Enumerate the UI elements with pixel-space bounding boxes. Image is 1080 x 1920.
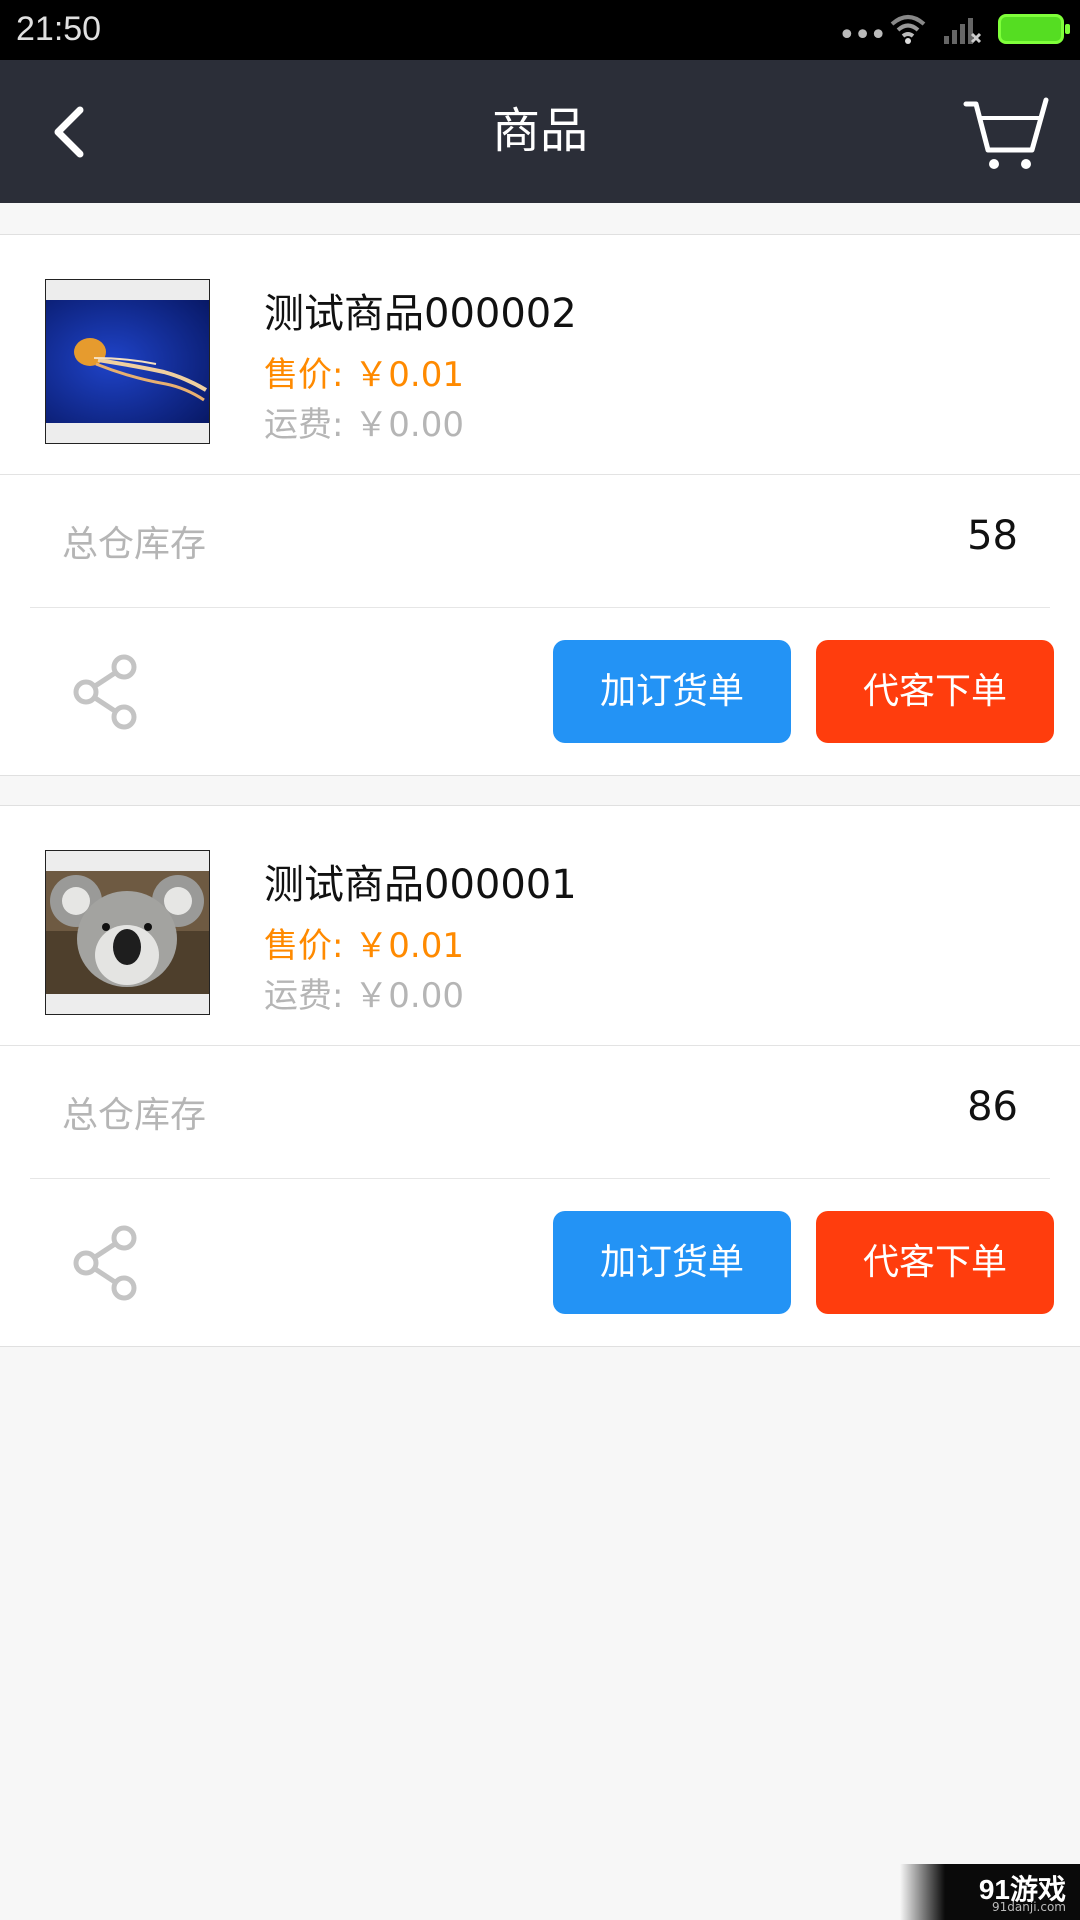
stock-value: 58 <box>967 513 1018 559</box>
share-icon[interactable] <box>70 1224 140 1302</box>
page-title: 商品 <box>491 103 588 159</box>
jellyfish-photo <box>46 300 209 423</box>
stock-value: 86 <box>967 1084 1018 1130</box>
product-freight: 运费: ￥0.00 <box>264 976 464 1016</box>
status-bar: 21:50 ••• <box>0 0 1080 60</box>
product-freight: 运费: ￥0.00 <box>264 405 464 445</box>
signal-icon <box>944 18 982 44</box>
status-time: 21:50 <box>16 10 102 48</box>
watermark-logo: 91游戏 91danji.com <box>900 1864 1080 1920</box>
action-row: 加订货单 代客下单 <box>0 608 1080 775</box>
place-order-for-customer-button[interactable]: 代客下单 <box>816 640 1054 743</box>
product-thumbnail[interactable] <box>45 850 210 1015</box>
product-price: 售价: ￥0.01 <box>264 355 464 395</box>
action-row: 加订货单 代客下单 <box>0 1179 1080 1346</box>
add-to-order-button[interactable]: 加订货单 <box>553 640 791 743</box>
place-order-for-customer-button[interactable]: 代客下单 <box>816 1211 1054 1314</box>
cart-button[interactable] <box>962 94 1052 174</box>
stock-row: 总仓库存 86 <box>0 1046 1080 1179</box>
more-dots-icon: ••• <box>838 18 887 53</box>
koala-photo <box>46 871 209 994</box>
product-card: 测试商品000001 售价: ￥0.01 运费: ￥0.00 总仓库存 86 加… <box>0 805 1080 1347</box>
product-info[interactable]: 测试商品000001 售价: ￥0.01 运费: ￥0.00 <box>0 806 1080 1046</box>
stock-label: 总仓库存 <box>62 1095 207 1136</box>
battery-icon <box>998 14 1070 44</box>
product-card: 测试商品000002 售价: ￥0.01 运费: ￥0.00 总仓库存 58 加… <box>0 234 1080 776</box>
watermark-site: 91danji.com <box>992 1900 1066 1914</box>
app-header: 商品 <box>0 60 1080 203</box>
product-name: 测试商品000002 <box>264 291 577 337</box>
product-info[interactable]: 测试商品000002 售价: ￥0.01 运费: ￥0.00 <box>0 235 1080 475</box>
product-name: 测试商品000001 <box>264 862 577 908</box>
stock-label: 总仓库存 <box>62 524 207 565</box>
product-thumbnail[interactable] <box>45 279 210 444</box>
add-to-order-button[interactable]: 加订货单 <box>553 1211 791 1314</box>
wifi-icon <box>890 15 926 44</box>
share-icon[interactable] <box>70 653 140 731</box>
product-price: 售价: ￥0.01 <box>264 926 464 966</box>
stock-row: 总仓库存 58 <box>0 475 1080 608</box>
